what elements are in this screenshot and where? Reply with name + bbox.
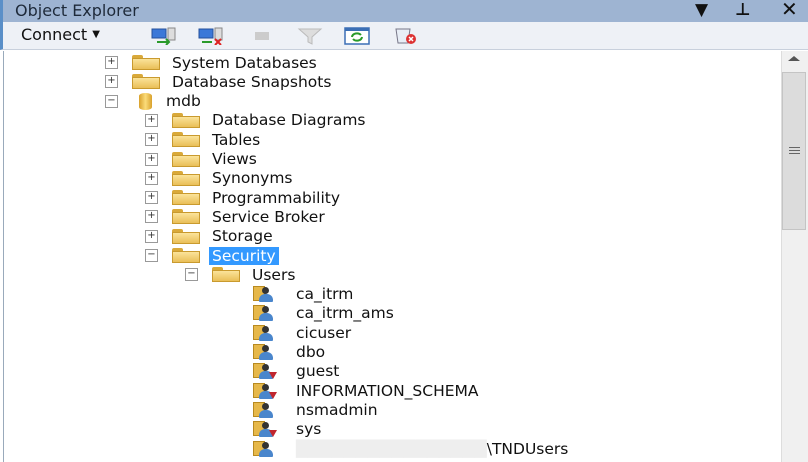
collapse-icon[interactable]: −	[105, 94, 118, 108]
user-disabled-icon	[253, 420, 277, 438]
tree-node[interactable]: + Storage	[145, 227, 273, 246]
connect-label: Connect	[21, 25, 88, 44]
expand-icon[interactable]: +	[145, 113, 158, 127]
folder-icon	[172, 112, 200, 128]
tree-node[interactable]: + System Databases	[105, 53, 317, 72]
folder-icon	[172, 151, 200, 167]
tree-node[interactable]: + Tables	[145, 130, 260, 149]
user-icon	[253, 343, 275, 361]
scroll-up-arrow-icon[interactable]	[788, 56, 800, 61]
chevron-down-icon: ▼	[92, 29, 100, 40]
tree-node-label: sys	[296, 420, 322, 439]
user-icon	[253, 440, 275, 458]
user-disabled-icon	[253, 382, 277, 400]
user-disabled-icon	[253, 362, 277, 380]
dropdown-icon[interactable]: ▼	[695, 0, 708, 20]
object-explorer-title-bar: Object Explorer ▼ ⊥ ✕	[0, 0, 808, 22]
tree-node[interactable]: − mdb	[105, 92, 201, 111]
expand-icon[interactable]: +	[145, 229, 158, 243]
folder-icon	[172, 228, 200, 244]
tree-node[interactable]: nsmadmin	[253, 400, 378, 419]
folder-icon	[132, 55, 160, 70]
user-icon	[253, 304, 275, 322]
tree-node-label: Security	[209, 246, 279, 265]
folder-icon	[172, 170, 200, 186]
collapse-icon[interactable]: −	[145, 249, 158, 262]
tree-node-label: dbo	[296, 343, 326, 361]
user-icon	[253, 401, 275, 419]
expand-icon[interactable]: +	[145, 133, 158, 147]
collapse-icon[interactable]: −	[185, 268, 198, 282]
tree-node[interactable]: + Database Snapshots	[105, 72, 331, 91]
connect-button[interactable]: Connect ▼	[21, 25, 100, 44]
tree-node-label: \TNDUsers	[486, 439, 569, 458]
tree-node[interactable]: sys	[253, 420, 321, 439]
tree-node-label: Views	[212, 150, 257, 168]
tree-node[interactable]: ca_itrm_ams	[253, 304, 394, 323]
user-icon	[253, 285, 275, 303]
tree-node[interactable]: + Synonyms	[145, 169, 293, 188]
tree-node-label: cicuser	[296, 323, 352, 342]
folder-icon	[172, 248, 200, 263]
tree-node[interactable]: + Programmability	[145, 188, 340, 207]
tree-node[interactable]: ca_itrm	[253, 285, 353, 304]
folder-icon	[172, 190, 200, 206]
expand-icon[interactable]: +	[105, 56, 118, 69]
redacted-text: ████████████████	[296, 439, 487, 458]
filter-icon[interactable]	[297, 27, 323, 45]
tree-node-label: Database Snapshots	[172, 72, 332, 91]
tree-node-label: ca_itrm	[296, 285, 354, 304]
tree-node[interactable]: INFORMATION_SCHEMA	[253, 381, 479, 400]
tree-node-label: Users	[252, 265, 296, 284]
tree-node-label: Programmability	[212, 188, 341, 207]
expand-icon[interactable]: +	[145, 152, 158, 166]
expand-icon[interactable]: +	[145, 171, 158, 185]
expand-icon[interactable]: +	[145, 191, 158, 205]
folder-icon	[212, 267, 240, 283]
tree-node-label: Database Diagrams	[212, 111, 366, 130]
tree-node-label: Storage	[212, 227, 273, 246]
toolbar: Connect ▼	[0, 22, 808, 50]
tree-node-label: INFORMATION_SCHEMA	[296, 381, 479, 400]
folder-icon	[172, 132, 200, 148]
tree-node-label: Service Broker	[212, 207, 325, 226]
disconnect-icon[interactable]	[198, 27, 224, 45]
tree-node[interactable]: + Service Broker	[145, 207, 325, 226]
tree-node-label: mdb	[166, 92, 201, 111]
tree-node[interactable]: − Users	[185, 265, 295, 284]
remove-filter-icon[interactable]	[393, 27, 419, 45]
grip-icon	[789, 147, 800, 148]
panel-title: Object Explorer	[15, 1, 139, 20]
scrollbar-thumb[interactable]	[782, 72, 806, 230]
user-icon	[253, 324, 275, 342]
tree-node[interactable]: + Database Diagrams	[145, 111, 366, 130]
tree-node[interactable]: dbo	[253, 343, 325, 362]
tree-node[interactable]: ████████████████ \TNDUsers	[253, 439, 568, 458]
refresh-icon[interactable]	[344, 27, 370, 45]
tree-node-label: Tables	[212, 130, 261, 149]
tree-node-label: ca_itrm_ams	[296, 304, 394, 323]
stop-icon[interactable]	[251, 27, 277, 45]
connect-icon[interactable]	[151, 27, 177, 45]
tree-node-label: nsmadmin	[296, 400, 378, 419]
expand-icon[interactable]: +	[145, 210, 158, 224]
expand-icon[interactable]: +	[105, 75, 118, 89]
tree-node[interactable]: cicuser	[253, 323, 351, 342]
tree-node[interactable]: + Views	[145, 150, 257, 169]
tree-node[interactable]: − Security	[145, 246, 279, 265]
tree-node-label: System Databases	[172, 53, 317, 72]
tree-node-label: guest	[296, 362, 340, 381]
folder-icon	[132, 74, 160, 90]
folder-icon	[172, 209, 200, 225]
pin-icon[interactable]: ⊥	[735, 0, 751, 20]
close-icon[interactable]: ✕	[781, 0, 798, 21]
object-explorer-tree: + System Databases + Database Snapshots − mdb…	[3, 51, 782, 462]
tree-node-label: Synonyms	[212, 169, 293, 188]
database-icon	[139, 92, 152, 110]
tree-node[interactable]: guest	[253, 362, 339, 381]
